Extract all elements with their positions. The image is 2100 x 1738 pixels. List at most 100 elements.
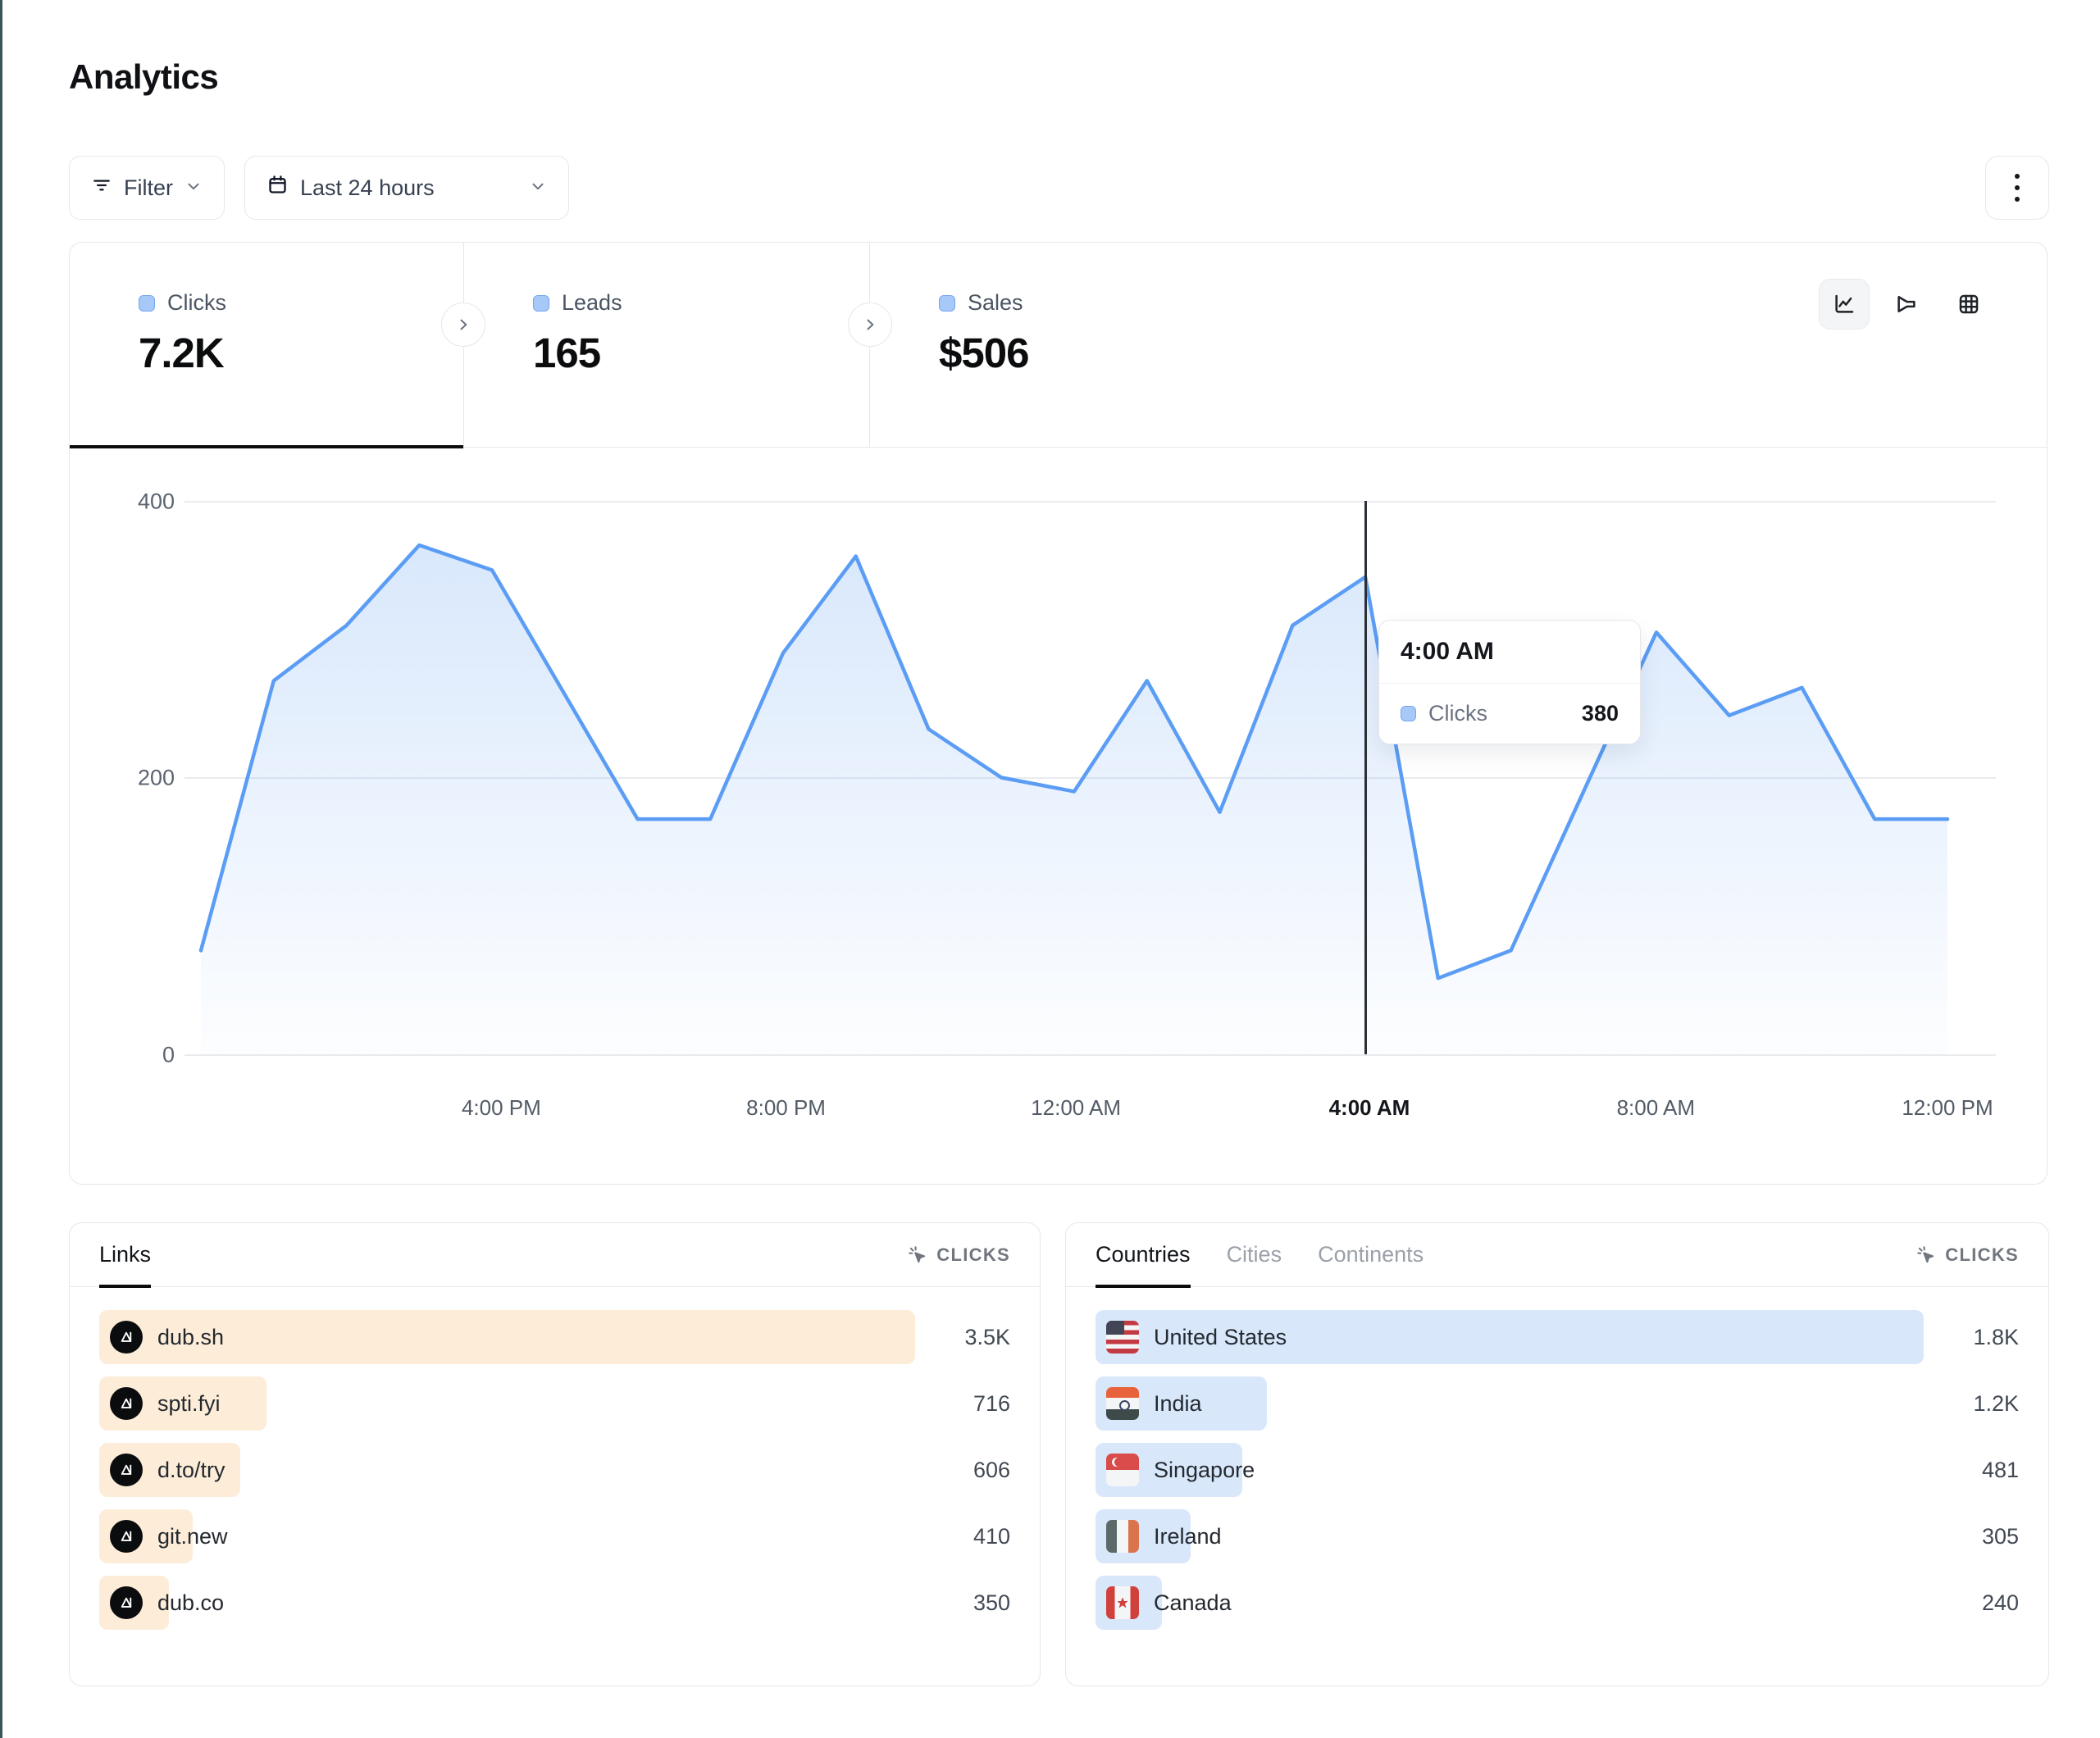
chart-tooltip: 4:00 AM Clicks 380: [1378, 620, 1641, 744]
gridline-0: [184, 1054, 1996, 1056]
link-row[interactable]: d.to/try 606: [99, 1443, 1010, 1497]
country-label: United States: [1154, 1325, 1287, 1350]
country-clicks-value: 305: [1943, 1524, 2019, 1549]
tab-leads[interactable]: Leads 165: [463, 243, 869, 447]
country-row[interactable]: Canada 240: [1096, 1576, 2019, 1630]
link-label: git.new: [157, 1524, 228, 1549]
table-grid-icon: [1957, 292, 1981, 316]
date-range-label: Last 24 hours: [300, 175, 435, 201]
x-tick: 12:00 AM: [1031, 1095, 1121, 1121]
tab-label: Cities: [1227, 1242, 1282, 1267]
country-row[interactable]: United States 1.8K: [1096, 1310, 2019, 1364]
chevron-right-icon: [862, 316, 878, 333]
link-clicks-value: 350: [935, 1590, 1010, 1616]
tooltip-series-label: Clicks: [1428, 701, 1487, 726]
tab-clicks[interactable]: Clicks 7.2K: [70, 243, 463, 447]
breakdown-panels: Links CLICKS dub.sh: [69, 1222, 2049, 1686]
expand-clicks-button[interactable]: [441, 303, 485, 347]
metric-label: CLICKS: [936, 1244, 1010, 1266]
tab-countries[interactable]: Countries: [1096, 1223, 1191, 1286]
countries-metric-selector[interactable]: CLICKS: [1916, 1244, 2019, 1266]
stat-value: 7.2K: [139, 329, 463, 377]
x-tick: 4:00 PM: [462, 1095, 541, 1121]
funnel-view-button[interactable]: [1881, 279, 1932, 330]
dub-logo-icon: [110, 1454, 143, 1486]
country-row[interactable]: Singapore 481: [1096, 1443, 2019, 1497]
us-flag-icon: [1106, 1321, 1139, 1354]
country-row[interactable]: India 1.2K: [1096, 1376, 2019, 1431]
link-row[interactable]: spti.fyi 716: [99, 1376, 1010, 1431]
hover-cursor-line: [1364, 501, 1367, 1054]
link-row[interactable]: dub.sh 3.5K: [99, 1310, 1010, 1364]
countries-panel: Countries Cities Continents CLICKS: [1065, 1222, 2049, 1686]
link-label: d.to/try: [157, 1458, 225, 1483]
country-label: Canada: [1154, 1590, 1232, 1616]
countries-list: United States 1.8K India 1.2K: [1066, 1287, 2048, 1630]
links-list: dub.sh 3.5K spti.fyi 716: [70, 1287, 1040, 1630]
cursor-click-icon: [1916, 1244, 1937, 1266]
metric-label: CLICKS: [1945, 1244, 2019, 1266]
x-tick: 12:00 PM: [1902, 1095, 1993, 1121]
clicks-legend-icon: [1401, 706, 1416, 721]
link-label: dub.sh: [157, 1325, 224, 1350]
stat-value: $506: [939, 329, 1275, 377]
tooltip-time: 4:00 AM: [1379, 621, 1640, 684]
country-row[interactable]: Ireland 305: [1096, 1509, 2019, 1563]
country-clicks-value: 481: [1943, 1458, 2019, 1483]
funnel-icon: [1894, 292, 1919, 316]
link-row[interactable]: git.new 410: [99, 1509, 1010, 1563]
canada-flag-icon: [1106, 1586, 1139, 1619]
line-chart-view-button[interactable]: [1819, 279, 1870, 330]
dub-logo-icon: [110, 1586, 143, 1619]
dub-logo-icon: [110, 1520, 143, 1553]
link-label: dub.co: [157, 1590, 224, 1616]
chart-view-switcher: [1819, 279, 1994, 330]
toolbar: Filter Last 24 hours: [69, 156, 2049, 220]
tab-label: Continents: [1318, 1242, 1424, 1267]
country-label: Ireland: [1154, 1524, 1222, 1549]
link-clicks-value: 716: [935, 1391, 1010, 1417]
chart-plot-area[interactable]: 4:00 AM Clicks 380: [201, 501, 1947, 1054]
calendar-icon: [266, 174, 289, 202]
y-tick: 400: [138, 489, 175, 515]
link-clicks-value: 606: [935, 1458, 1010, 1483]
country-clicks-value: 1.2K: [1943, 1391, 2019, 1417]
x-tick: 8:00 AM: [1617, 1095, 1695, 1121]
stat-value: 165: [533, 329, 869, 377]
tab-sales[interactable]: Sales $506: [869, 243, 1275, 447]
tab-continents[interactable]: Continents: [1318, 1223, 1424, 1286]
cursor-click-icon: [907, 1244, 928, 1266]
links-panel: Links CLICKS dub.sh: [69, 1222, 1041, 1686]
filter-button-label: Filter: [124, 175, 173, 201]
chevron-right-icon: [455, 316, 471, 333]
tab-links[interactable]: Links: [99, 1223, 151, 1286]
link-clicks-value: 3.5K: [935, 1325, 1010, 1350]
x-axis-labels: 4:00 PM 8:00 PM 12:00 AM 4:00 AM 8:00 AM…: [201, 1095, 1947, 1128]
more-options-button[interactable]: [1985, 156, 2049, 220]
stat-label: Sales: [968, 290, 1023, 316]
tab-cities[interactable]: Cities: [1227, 1223, 1282, 1286]
country-clicks-value: 240: [1943, 1590, 2019, 1616]
links-metric-selector[interactable]: CLICKS: [907, 1244, 1010, 1266]
stat-label: Clicks: [167, 290, 226, 316]
ireland-flag-icon: [1106, 1520, 1139, 1553]
filter-button[interactable]: Filter: [69, 156, 225, 220]
chevron-down-icon: [529, 175, 547, 201]
analytics-chart-card: Clicks 7.2K Leads 165 Sales $506: [69, 242, 2048, 1185]
country-label: India: [1154, 1391, 1202, 1417]
india-flag-icon: [1106, 1387, 1139, 1420]
area-chart-svg: [201, 501, 1947, 1054]
x-tick: 8:00 PM: [746, 1095, 826, 1121]
table-view-button[interactable]: [1943, 279, 1994, 330]
link-row[interactable]: dub.co 350: [99, 1576, 1010, 1630]
analytics-page: Analytics Filter Last 24 hou: [0, 0, 2100, 1738]
line-chart-icon: [1832, 292, 1856, 316]
stat-label: Leads: [562, 290, 622, 316]
kebab-menu-icon: [2015, 174, 2020, 179]
country-label: Singapore: [1154, 1458, 1255, 1483]
stats-row: Clicks 7.2K Leads 165 Sales $506: [70, 243, 2047, 448]
date-range-button[interactable]: Last 24 hours: [244, 156, 569, 220]
sales-legend-icon: [939, 295, 955, 312]
leads-legend-icon: [533, 295, 549, 312]
expand-leads-button[interactable]: [848, 303, 892, 347]
